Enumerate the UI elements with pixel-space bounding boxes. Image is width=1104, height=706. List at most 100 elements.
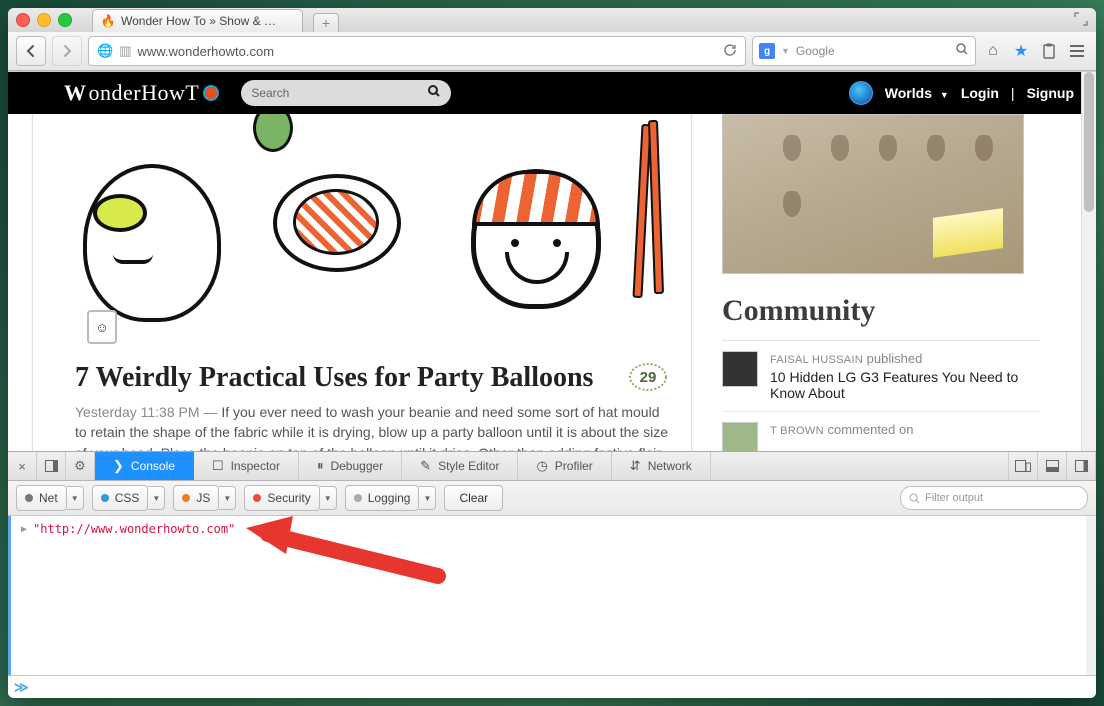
tab-network[interactable]: ⇵ Network xyxy=(612,452,711,480)
window-titlebar: 🔥 Wonder How To » Show & … + xyxy=(8,8,1096,32)
zoom-window-button[interactable] xyxy=(58,13,72,27)
login-link[interactable]: Login xyxy=(961,85,999,101)
tab-bar: 🔥 Wonder How To » Show & … + xyxy=(92,8,339,32)
close-window-button[interactable] xyxy=(16,13,30,27)
main-column: ☺ 29 7 Weirdly Practical Uses for Party … xyxy=(32,114,692,451)
site-logo[interactable]: WonderHowT xyxy=(64,80,219,106)
filter-js-dropdown[interactable]: ▼ xyxy=(219,486,236,510)
avatar xyxy=(722,351,758,387)
tab-title: Wonder How To » Show & … xyxy=(121,14,276,28)
site-header: WonderHowT Search Worlds ▼ xyxy=(8,72,1096,114)
worlds-globe-icon xyxy=(849,81,873,105)
filter-logging-dropdown[interactable]: ▼ xyxy=(419,486,436,510)
feed-user: FAISAL HUSSAIN xyxy=(770,354,863,366)
filter-net[interactable]: Net xyxy=(16,485,67,511)
console-input[interactable]: ≫ xyxy=(8,675,1096,698)
url-text: www.wonderhowto.com xyxy=(137,44,274,59)
responsive-mode-icon[interactable] xyxy=(1009,452,1038,480)
expand-arrow-icon[interactable]: ▶ xyxy=(21,524,27,535)
feed-user: T BROWN xyxy=(770,425,824,437)
balloon-icon xyxy=(253,114,293,152)
search-icon xyxy=(428,85,441,101)
filter-logging[interactable]: Logging xyxy=(345,485,420,511)
balloon-smile-doodle xyxy=(471,169,591,319)
site-search-input[interactable]: Search xyxy=(241,80,451,106)
browser-window: 🔥 Wonder How To » Show & … + 🌐 ▥ www.won… xyxy=(8,8,1096,698)
log-text: "http://www.wonderhowto.com" xyxy=(33,522,235,536)
filter-net-dropdown[interactable]: ▼ xyxy=(67,486,84,510)
clipboard-icon[interactable] xyxy=(1038,40,1060,62)
utensils-doodle xyxy=(631,114,671,314)
filter-css[interactable]: CSS xyxy=(92,485,149,511)
page-viewport: WonderHowT Search Worlds ▼ xyxy=(8,72,1096,698)
divider: | xyxy=(1011,85,1015,101)
close-devtools-button[interactable]: × xyxy=(8,452,37,480)
scroll-thumb[interactable] xyxy=(1084,72,1094,212)
devtools-toolbar: × ⚙ ❯ Console ☐ Inspector xyxy=(8,452,1096,481)
debugger-icon: ⏸ xyxy=(317,458,324,474)
article-summary: Yesterday 11:38 PM — If you ever need to… xyxy=(75,402,671,451)
chevron-down-icon: ▼ xyxy=(940,90,949,100)
article-card[interactable]: ☺ 29 7 Weirdly Practical Uses for Party … xyxy=(32,114,692,451)
content-frame: WonderHowT Search Worlds ▼ xyxy=(8,71,1096,698)
avatar xyxy=(722,422,758,451)
filter-output-input[interactable]: Filter output xyxy=(900,486,1088,510)
tab-debugger[interactable]: ⏸ Debugger xyxy=(299,452,402,480)
bookmark-star-icon[interactable]: ★ xyxy=(1010,40,1032,62)
console-output[interactable]: ▶ "http://www.wonderhowto.com" xyxy=(8,516,1096,675)
tab-console[interactable]: ❯ Console xyxy=(95,452,194,480)
feed-item[interactable]: T BROWN commented on xyxy=(722,412,1040,451)
browser-tab[interactable]: 🔥 Wonder How To » Show & … xyxy=(92,9,303,32)
search-bar[interactable]: g ▼ Google xyxy=(752,36,976,66)
edit-icon: ✎ xyxy=(420,458,431,474)
forward-button[interactable] xyxy=(52,36,82,66)
tab-style-editor[interactable]: ✎ Style Editor xyxy=(402,452,518,480)
filter-js[interactable]: JS xyxy=(173,485,219,511)
scratchpad-icon[interactable] xyxy=(1038,452,1067,480)
fullscreen-icon[interactable] xyxy=(1074,12,1088,29)
comment-count-badge[interactable]: 29 xyxy=(625,360,671,394)
page: WonderHowT Search Worlds ▼ xyxy=(8,72,1096,698)
clear-button[interactable]: Clear xyxy=(444,485,503,511)
filter-security[interactable]: Security xyxy=(244,485,319,511)
search-icon[interactable] xyxy=(956,43,969,59)
minimize-window-button[interactable] xyxy=(37,13,51,27)
settings-gear-icon[interactable]: ⚙ xyxy=(66,452,95,480)
frame-select-icon[interactable] xyxy=(1067,452,1096,480)
tab-profiler[interactable]: ◷ Profiler xyxy=(518,452,611,480)
devtools-panel: × ⚙ ❯ Console ☐ Inspector xyxy=(8,451,1096,698)
filter-css-dropdown[interactable]: ▼ xyxy=(148,486,165,510)
video-thumbnail[interactable] xyxy=(722,114,1024,274)
chevron-down-icon: ▼ xyxy=(781,46,790,56)
console-filter-bar: Net ▼ CSS ▼ JS ▼ Security ▼ Logging ▼ Cl… xyxy=(8,481,1096,516)
reload-icon[interactable] xyxy=(723,43,737,60)
site-header-right: Worlds ▼ Login | Signup xyxy=(849,81,1074,105)
back-button[interactable] xyxy=(16,36,46,66)
filter-security-dropdown[interactable]: ▼ xyxy=(320,486,337,510)
author-badge-icon: ☺ xyxy=(87,310,117,344)
community-feed: FAISAL HUSSAIN published 10 Hidden LG G3… xyxy=(722,340,1040,451)
person-doodle xyxy=(53,144,243,344)
network-icon: ⇵ xyxy=(630,458,641,474)
menu-icon[interactable] xyxy=(1066,40,1088,62)
article-timestamp: Yesterday 11:38 PM xyxy=(75,404,200,420)
tab-inspector[interactable]: ☐ Inspector xyxy=(194,452,299,480)
google-icon: g xyxy=(759,43,775,59)
console-icon: ❯ xyxy=(113,458,124,474)
article-title[interactable]: 7 Weirdly Practical Uses for Party Ballo… xyxy=(75,362,671,394)
url-bar[interactable]: 🌐 ▥ www.wonderhowto.com xyxy=(88,36,746,66)
console-scrollbar[interactable] xyxy=(1086,516,1096,675)
search-placeholder: Google xyxy=(796,44,835,58)
new-tab-button[interactable]: + xyxy=(313,13,339,32)
dock-side-button[interactable] xyxy=(37,452,66,480)
browser-toolbar: 🌐 ▥ www.wonderhowto.com g ▼ Google ⌂ ★ xyxy=(8,32,1096,71)
signup-link[interactable]: Signup xyxy=(1027,85,1074,101)
home-icon[interactable]: ⌂ xyxy=(982,40,1004,62)
console-log-line[interactable]: ▶ "http://www.wonderhowto.com" xyxy=(21,522,1086,536)
site-search-placeholder: Search xyxy=(251,86,289,100)
feed-title[interactable]: 10 Hidden LG G3 Features You Need to Kno… xyxy=(770,369,1040,401)
feed-action: commented on xyxy=(827,422,913,437)
inspector-icon: ☐ xyxy=(212,458,224,474)
worlds-menu[interactable]: Worlds ▼ xyxy=(885,85,949,101)
feed-item[interactable]: FAISAL HUSSAIN published 10 Hidden LG G3… xyxy=(722,341,1040,412)
